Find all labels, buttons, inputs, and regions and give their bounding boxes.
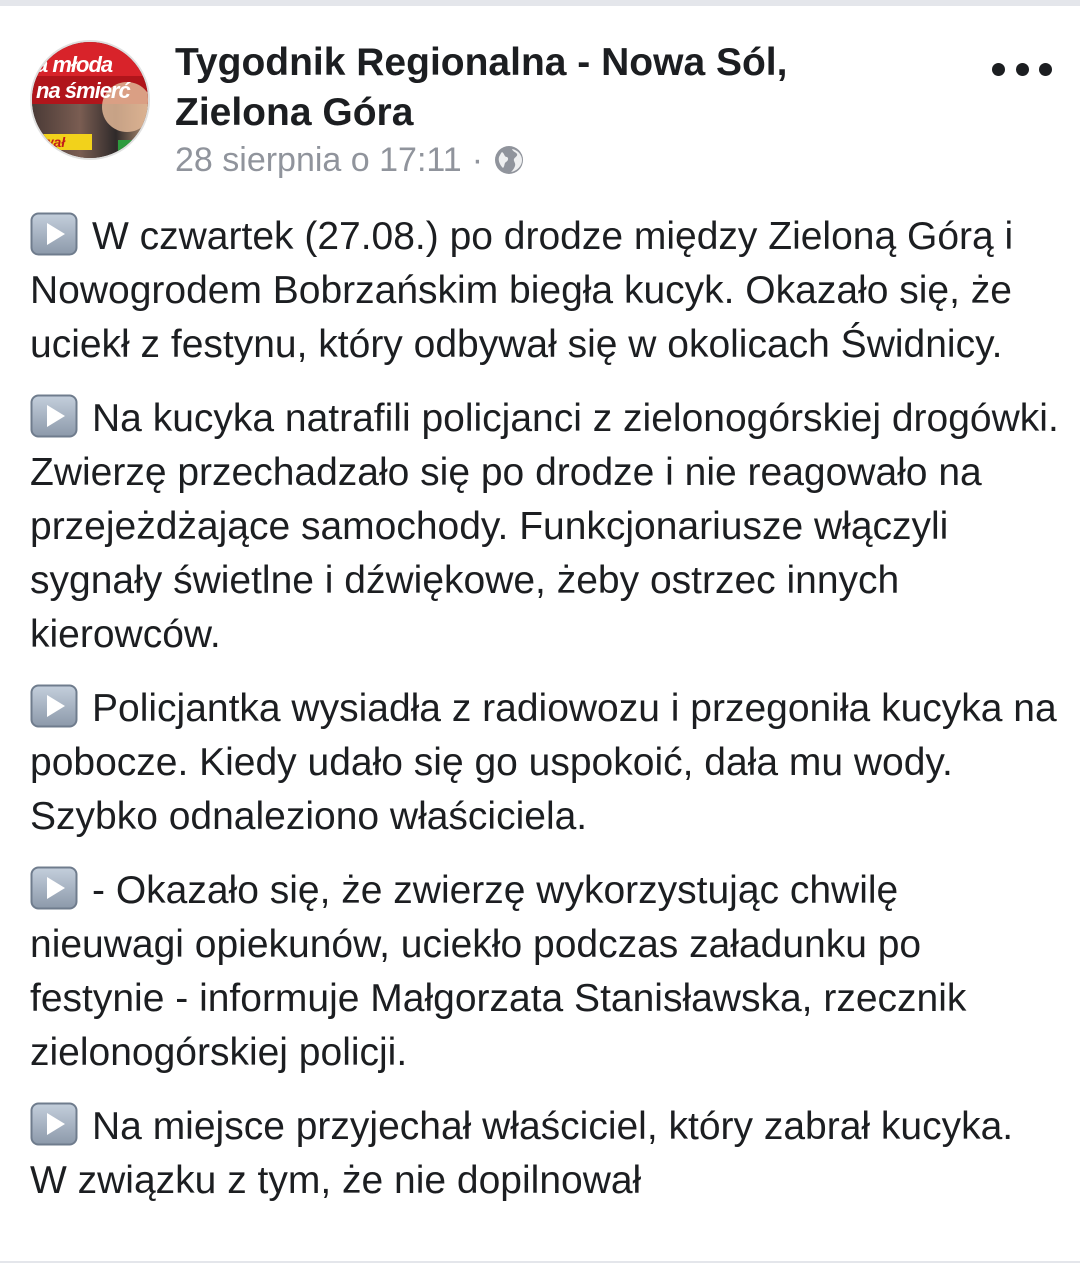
globe-icon xyxy=(493,144,525,176)
meta-separator: · xyxy=(471,140,484,179)
post-paragraph: Policjantka wysiadła z radiowozu i przeg… xyxy=(30,682,1060,844)
avatar-headline-3: uwał xyxy=(34,134,66,150)
post-meta: 28 sierpnia o 17:11 · xyxy=(175,140,525,180)
post-paragraph: Na miejsce przyjechał właściciel, który … xyxy=(30,1100,1060,1208)
post-paragraph-text: - Okazało się, że zwierzę wykorzystując … xyxy=(30,869,967,1074)
bottom-divider xyxy=(0,1261,1080,1271)
more-options-icon[interactable] xyxy=(992,54,1052,84)
post-paragraph: W czwartek (27.08.) po drodze między Zie… xyxy=(30,210,1060,372)
more-dot xyxy=(1039,62,1052,76)
avatar-green-block xyxy=(118,140,136,156)
avatar-headline-2: na śmierć xyxy=(36,78,131,103)
play-button-icon xyxy=(30,866,78,910)
top-divider xyxy=(0,0,1080,6)
page-name-link[interactable]: Tygodnik Regionalna - Nowa Sól, Zielona … xyxy=(175,38,855,138)
post-paragraph: Na kucyka natrafili policjanci z zielono… xyxy=(30,392,1060,662)
more-dot xyxy=(1015,62,1029,76)
post-paragraph-text: Na kucyka natrafili policjanci z zielono… xyxy=(30,397,1059,656)
post-paragraph-text: W czwartek (27.08.) po drodze między Zie… xyxy=(30,215,1014,366)
post-paragraph: - Okazało się, że zwierzę wykorzystując … xyxy=(30,864,1060,1080)
post-paragraph-text: Na miejsce przyjechał właściciel, który … xyxy=(30,1105,1014,1202)
post-body: W czwartek (27.08.) po drodze między Zie… xyxy=(30,210,1060,1228)
play-button-icon xyxy=(30,394,78,438)
play-button-icon xyxy=(30,1102,78,1146)
post-paragraph-text: Policjantka wysiadła z radiowozu i przeg… xyxy=(30,687,1057,838)
play-button-icon xyxy=(30,684,78,728)
avatar-headline-1: a młoda xyxy=(36,52,113,77)
play-button-icon xyxy=(30,212,78,256)
more-dot xyxy=(992,62,1005,76)
page-avatar[interactable]: a młoda na śmierć uwał xyxy=(30,40,150,160)
post-header: a młoda na śmierć uwał Tygodnik Regional… xyxy=(30,36,1060,186)
post-timestamp[interactable]: 28 sierpnia o 17:11 xyxy=(175,141,462,180)
